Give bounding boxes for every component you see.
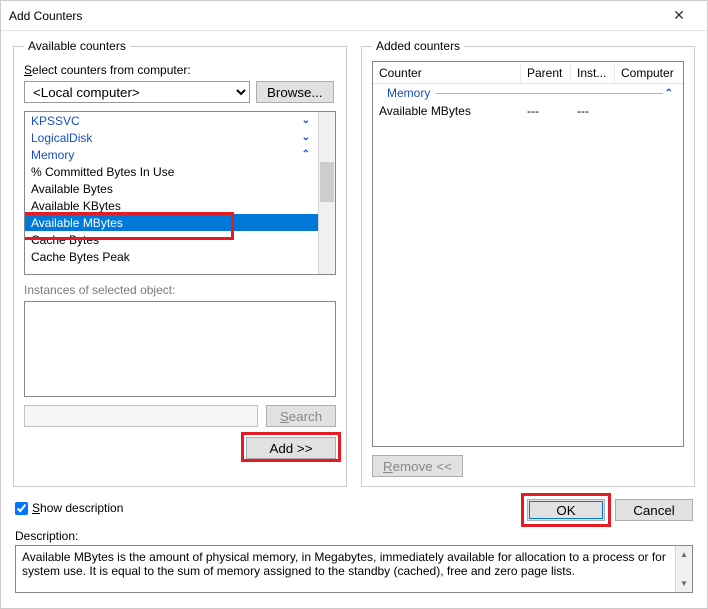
instances-list[interactable] [24,301,336,397]
chevron-up-icon: ⌃ [302,149,310,160]
scrollbar-thumb[interactable] [320,162,334,202]
scroll-down-icon[interactable]: ▼ [676,575,692,592]
description-box: Available MBytes is the amount of physic… [15,545,693,593]
search-button: Search [266,405,336,427]
tree-header-memory[interactable]: Memory ⌃ [25,146,318,163]
tree-item-cache-bytes-peak[interactable]: Cache Bytes Peak [25,248,318,265]
chevron-up-icon: ⌃ [665,88,673,99]
col-parent[interactable]: Parent [521,64,571,82]
tree-item-available-bytes[interactable]: Available Bytes [25,180,318,197]
tree-header-logicaldisk[interactable]: LogicalDisk ⌄ [25,129,318,146]
col-inst[interactable]: Inst... [571,64,615,82]
available-counters-group: Available counters Select counters from … [13,39,347,487]
title-bar: Add Counters ✕ [1,1,707,31]
added-group-memory[interactable]: Memory ⌃ [373,84,683,102]
search-input [24,405,258,427]
added-counters-header: Counter Parent Inst... Computer [373,62,683,84]
search-button-label: earch [289,409,322,424]
tree-item-cache-bytes[interactable]: Cache Bytes [25,231,318,248]
scroll-up-icon[interactable]: ▲ [676,546,692,563]
tree-item-available-kbytes[interactable]: Available KBytes [25,197,318,214]
description-text: Available MBytes is the amount of physic… [16,546,675,592]
tree-header-kpssvc[interactable]: KPSSVC ⌄ [25,112,318,129]
added-counters-group: Added counters Counter Parent Inst... Co… [361,39,695,487]
show-description-checkbox[interactable] [15,502,28,515]
added-row-available-mbytes[interactable]: Available MBytes --- --- [373,102,683,120]
window-title: Add Counters [9,9,659,23]
computer-combo[interactable]: <Local computer> [24,81,250,103]
col-computer[interactable]: Computer [615,64,683,82]
instances-label: Instances of selected object: [24,283,336,297]
tree-item-committed-bytes[interactable]: % Committed Bytes In Use [25,163,318,180]
added-counters-legend: Added counters [372,39,464,53]
ok-button[interactable]: OK [527,499,605,521]
description-label: Description: [15,529,78,543]
close-button[interactable]: ✕ [659,2,699,30]
col-counter[interactable]: Counter [373,64,521,82]
browse-button[interactable]: Browse... [256,81,334,103]
tree-item-available-mbytes[interactable]: Available MBytes [25,214,318,231]
close-icon: ✕ [673,7,685,24]
show-description-label: Show description [32,501,123,515]
counters-tree[interactable]: KPSSVC ⌄ LogicalDisk ⌄ Memory ⌃ % Commit… [24,111,336,275]
cancel-button[interactable]: Cancel [615,499,693,521]
chevron-down-icon: ⌄ [302,132,310,143]
add-button[interactable]: Add >> [246,437,336,459]
remove-button: Remove << [372,455,463,477]
added-counters-list[interactable]: Counter Parent Inst... Computer Memory ⌃… [372,61,684,447]
available-counters-legend: Available counters [24,39,130,53]
tree-scrollbar[interactable] [318,112,335,274]
description-scrollbar[interactable]: ▲ ▼ [675,546,692,592]
select-computer-label: Select counters from computer: [24,63,336,77]
chevron-down-icon: ⌄ [302,115,310,126]
show-description-check[interactable]: Show description [15,501,123,515]
